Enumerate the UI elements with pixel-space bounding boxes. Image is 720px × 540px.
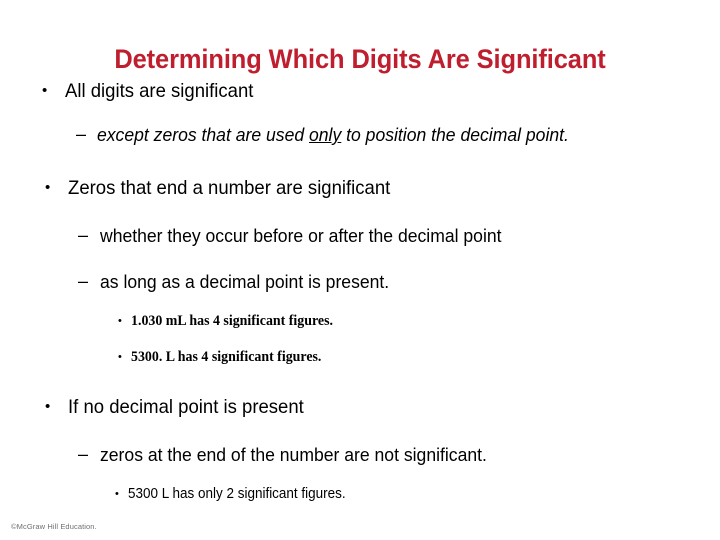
copyright-footer: ©McGraw Hill Education. — [11, 522, 97, 531]
list-item: • All digits are significant — [0, 78, 720, 104]
slide-body: • All digits are significant – except ze… — [0, 78, 720, 515]
bullet-marker-icon: • — [45, 179, 51, 196]
dash-marker-icon: – — [78, 271, 89, 291]
list-item: • 5300 L has only 2 significant figures. — [0, 484, 720, 505]
text-segment-after: to position the decimal point. — [341, 124, 569, 145]
list-item: – whether they occur before or after the… — [0, 223, 720, 248]
list-item-label: 5300. L has 4 significant figures. — [131, 349, 322, 365]
list-item-label: 5300 L has only 2 significant figures. — [128, 486, 346, 502]
list-item-label: If no decimal point is present — [68, 396, 304, 418]
slide-canvas: Determining Which Digits Are Significant… — [0, 0, 720, 540]
emphasis-underline: only — [308, 124, 342, 145]
list-item: • 1.030 mL has 4 significant figures. — [0, 311, 720, 332]
list-item: • Zeros that end a number are significan… — [0, 175, 720, 201]
list-item-label: All digits are significant — [65, 80, 254, 102]
bullet-marker-icon: • — [45, 398, 51, 415]
dash-marker-icon: – — [78, 225, 89, 245]
list-item-label: except zeros that are used only to posit… — [97, 122, 615, 147]
dash-marker-icon: – — [76, 124, 87, 144]
bullet-marker-icon: • — [118, 315, 122, 327]
list-item: • If no decimal point is present — [0, 394, 720, 420]
list-item-label: whether they occur before or after the d… — [100, 225, 502, 246]
text-segment-before: except zeros that are used — [97, 124, 309, 145]
dash-marker-icon: – — [78, 444, 89, 464]
list-item-label: 1.030 mL has 4 significant figures. — [131, 313, 333, 329]
bullet-marker-icon: • — [115, 488, 119, 500]
list-item-label: zeros at the end of the number are not s… — [100, 444, 487, 465]
list-item: – zeros at the end of the number are not… — [0, 442, 720, 467]
list-item: – except zeros that are used only to pos… — [0, 122, 720, 147]
list-item-label: Zeros that end a number are significant — [68, 177, 391, 199]
page-title: Determining Which Digits Are Significant — [114, 43, 606, 74]
list-item: – as long as a decimal point is present. — [0, 269, 720, 294]
list-item-label: as long as a decimal point is present. — [100, 271, 390, 292]
bullet-marker-icon: • — [42, 82, 48, 99]
bullet-marker-icon: • — [118, 351, 122, 363]
list-item: • 5300. L has 4 significant figures. — [0, 347, 720, 368]
